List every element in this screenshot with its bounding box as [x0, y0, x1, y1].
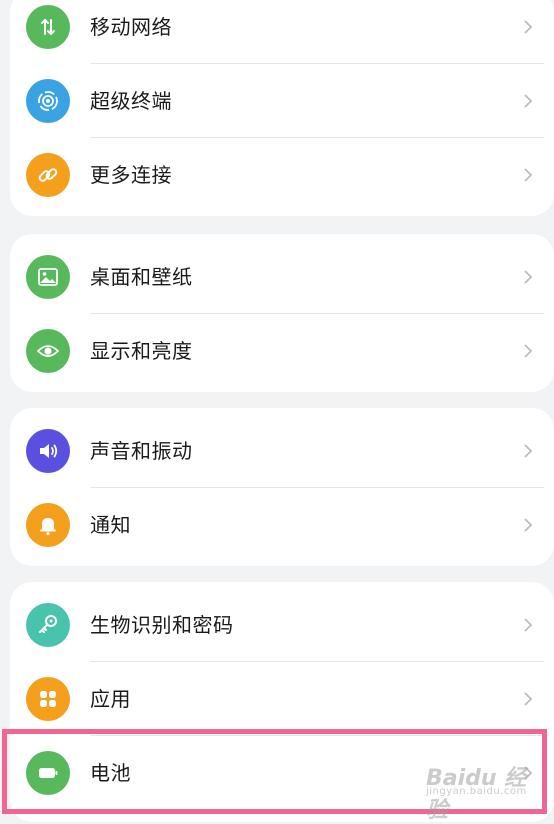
settings-item-label: 桌面和壁纸	[90, 265, 193, 289]
settings-item-label: 声音和振动	[90, 439, 193, 463]
chevron-right-icon	[524, 518, 533, 532]
chevron-right-icon	[524, 94, 533, 108]
chevron-right-icon	[524, 766, 533, 780]
display-group: 桌面和壁纸 显示和亮度	[10, 234, 554, 392]
settings-item-label: 更多连接	[90, 163, 172, 187]
bell-icon	[26, 503, 70, 547]
battery-icon	[26, 751, 70, 795]
settings-item-label: 生物识别和密码	[90, 613, 234, 637]
settings-item-label: 超级终端	[90, 89, 172, 113]
key-icon	[26, 603, 70, 647]
chevron-right-icon	[524, 618, 533, 632]
chevron-right-icon	[524, 344, 533, 358]
speaker-icon	[26, 429, 70, 473]
settings-item-notifications[interactable]: 通知	[10, 488, 554, 562]
wallpaper-icon	[26, 255, 70, 299]
super-device-icon	[26, 79, 70, 123]
settings-item-label: 移动网络	[90, 15, 172, 39]
eye-icon	[26, 329, 70, 373]
link-icon	[26, 153, 70, 197]
security-apps-battery-group: 生物识别和密码 应用 电池	[10, 582, 554, 822]
connectivity-group: 移动网络 超级终端 更多连接	[10, 0, 554, 216]
sound-notification-group: 声音和振动 通知	[10, 408, 554, 566]
settings-item-biometrics-password[interactable]: 生物识别和密码	[10, 588, 554, 662]
settings-item-mobile-network[interactable]: 移动网络	[10, 0, 554, 64]
settings-item-super-device[interactable]: 超级终端	[10, 64, 554, 138]
settings-item-apps[interactable]: 应用	[10, 662, 554, 736]
chevron-right-icon	[524, 444, 533, 458]
settings-item-sound-vibration[interactable]: 声音和振动	[10, 414, 554, 488]
settings-item-label: 通知	[90, 513, 131, 537]
apps-grid-icon	[26, 677, 70, 721]
settings-item-label: 电池	[90, 761, 131, 785]
chevron-right-icon	[524, 692, 533, 706]
settings-item-wallpaper[interactable]: 桌面和壁纸	[10, 240, 554, 314]
chevron-right-icon	[524, 168, 533, 182]
chevron-right-icon	[524, 270, 533, 284]
settings-item-battery[interactable]: 电池	[10, 736, 554, 810]
chevron-right-icon	[524, 20, 533, 34]
mobile-network-icon	[26, 5, 70, 49]
settings-item-label: 显示和亮度	[90, 339, 193, 363]
settings-item-label: 应用	[90, 687, 131, 711]
settings-item-more-connections[interactable]: 更多连接	[10, 138, 554, 212]
settings-item-display-brightness[interactable]: 显示和亮度	[10, 314, 554, 388]
